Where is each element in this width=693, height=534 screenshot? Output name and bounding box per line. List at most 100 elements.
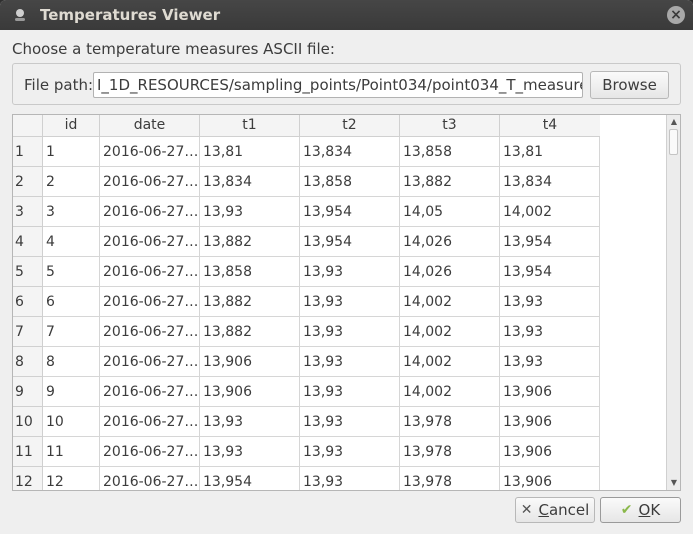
table-cell-t2[interactable]: 13,858 [300, 167, 400, 197]
table-cell-id[interactable]: 12 [43, 467, 100, 490]
table-cell-id[interactable]: 8 [43, 347, 100, 377]
row-header[interactable]: 12 [13, 467, 43, 490]
table-cell-t1[interactable]: 13,882 [200, 287, 300, 317]
row-header[interactable]: 6 [13, 287, 43, 317]
table-cell-t2[interactable]: 13,834 [300, 137, 400, 167]
table-cell-t3[interactable]: 13,978 [400, 407, 500, 437]
title-bar[interactable]: Temperatures Viewer × [0, 0, 693, 30]
vertical-scrollbar[interactable]: ▲ ▼ [666, 115, 680, 490]
table-row[interactable]: 6 6 2016-06-27… 13,882 13,93 14,002 13,93 [13, 287, 600, 317]
column-header-t1[interactable]: t1 [200, 115, 300, 137]
table-row[interactable]: 11 11 2016-06-27… 13,93 13,93 13,978 13,906 [13, 437, 600, 467]
table-row[interactable]: 10 10 2016-06-27… 13,93 13,93 13,978 13,906 [13, 407, 600, 437]
table-cell-t4[interactable]: 13,954 [500, 227, 600, 257]
table-cell-t4[interactable]: 13,954 [500, 257, 600, 287]
row-header[interactable]: 9 [13, 377, 43, 407]
table-cell-id[interactable]: 3 [43, 197, 100, 227]
table-cell-t2[interactable]: 13,954 [300, 197, 400, 227]
measures-table[interactable]: id date t1 t2 t3 t4 1 1 2016-06-27… 13,81 13… [12, 114, 681, 491]
table-cell-t3[interactable]: 14,002 [400, 317, 500, 347]
table-cell-date[interactable]: 2016-06-27… [100, 347, 200, 377]
table-cell-t3[interactable]: 14,002 [400, 377, 500, 407]
column-header-t4[interactable]: t4 [500, 115, 600, 137]
column-header-id[interactable]: id [43, 115, 100, 137]
table-row[interactable]: 12 12 2016-06-27… 13,954 13,93 13,978 13,906 [13, 467, 600, 490]
table-cell-t1[interactable]: 13,858 [200, 257, 300, 287]
table-cell-t2[interactable]: 13,93 [300, 407, 400, 437]
table-cell-t2[interactable]: 13,93 [300, 257, 400, 287]
table-cell-t1[interactable]: 13,81 [200, 137, 300, 167]
table-cell-date[interactable]: 2016-06-27… [100, 137, 200, 167]
table-cell-id[interactable]: 7 [43, 317, 100, 347]
table-cell-t3[interactable]: 13,978 [400, 467, 500, 490]
table-row[interactable]: 3 3 2016-06-27… 13,93 13,954 14,05 14,002 [13, 197, 600, 227]
table-cell-t3[interactable]: 14,026 [400, 227, 500, 257]
scrollbar-thumb[interactable] [669, 129, 678, 155]
row-header[interactable]: 5 [13, 257, 43, 287]
column-header-t2[interactable]: t2 [300, 115, 400, 137]
table-cell-t2[interactable]: 13,954 [300, 227, 400, 257]
table-cell-id[interactable]: 5 [43, 257, 100, 287]
table-cell-t3[interactable]: 13,858 [400, 137, 500, 167]
row-header[interactable]: 3 [13, 197, 43, 227]
table-row[interactable]: 2 2 2016-06-27… 13,834 13,858 13,882 13,834 [13, 167, 600, 197]
table-cell-t2[interactable]: 13,93 [300, 467, 400, 490]
row-header[interactable]: 1 [13, 137, 43, 167]
table-cell-date[interactable]: 2016-06-27… [100, 407, 200, 437]
table-cell-id[interactable]: 1 [43, 137, 100, 167]
table-cell-t2[interactable]: 13,93 [300, 287, 400, 317]
table-cell-t1[interactable]: 13,93 [200, 407, 300, 437]
table-cell-t3[interactable]: 14,05 [400, 197, 500, 227]
table-corner-button[interactable] [13, 115, 43, 137]
table-cell-t4[interactable]: 13,906 [500, 467, 600, 490]
table-cell-t1[interactable]: 13,834 [200, 167, 300, 197]
ok-button[interactable]: ✔ OK [600, 497, 681, 523]
table-cell-t1[interactable]: 13,906 [200, 347, 300, 377]
row-header[interactable]: 8 [13, 347, 43, 377]
table-cell-t4[interactable]: 13,906 [500, 437, 600, 467]
table-cell-id[interactable]: 6 [43, 287, 100, 317]
table-row[interactable]: 8 8 2016-06-27… 13,906 13,93 14,002 13,93 [13, 347, 600, 377]
table-cell-t2[interactable]: 13,93 [300, 317, 400, 347]
table-row[interactable]: 1 1 2016-06-27… 13,81 13,834 13,858 13,81 [13, 137, 600, 167]
table-cell-date[interactable]: 2016-06-27… [100, 227, 200, 257]
table-cell-t2[interactable]: 13,93 [300, 437, 400, 467]
table-cell-t2[interactable]: 13,93 [300, 377, 400, 407]
table-cell-t4[interactable]: 13,906 [500, 407, 600, 437]
browse-button[interactable]: Browse [590, 71, 669, 99]
row-header[interactable]: 7 [13, 317, 43, 347]
table-cell-id[interactable]: 10 [43, 407, 100, 437]
table-cell-t1[interactable]: 13,954 [200, 467, 300, 490]
table-row[interactable]: 5 5 2016-06-27… 13,858 13,93 14,026 13,954 [13, 257, 600, 287]
table-cell-date[interactable]: 2016-06-27… [100, 317, 200, 347]
table-cell-date[interactable]: 2016-06-27… [100, 467, 200, 490]
scroll-up-arrow-icon[interactable]: ▲ [668, 115, 680, 129]
table-cell-t2[interactable]: 13,93 [300, 347, 400, 377]
table-cell-t1[interactable]: 13,882 [200, 227, 300, 257]
table-cell-t1[interactable]: 13,93 [200, 197, 300, 227]
table-cell-t1[interactable]: 13,882 [200, 317, 300, 347]
column-header-date[interactable]: date [100, 115, 200, 137]
table-cell-t4[interactable]: 13,81 [500, 137, 600, 167]
table-cell-id[interactable]: 11 [43, 437, 100, 467]
file-path-input[interactable]: I_1D_RESOURCES/sampling_points/Point034/… [93, 72, 583, 98]
cancel-button[interactable]: ✕ Cancel [515, 497, 595, 523]
table-row[interactable]: 4 4 2016-06-27… 13,882 13,954 14,026 13,954 [13, 227, 600, 257]
scroll-down-arrow-icon[interactable]: ▼ [668, 476, 680, 490]
row-header[interactable]: 10 [13, 407, 43, 437]
row-header[interactable]: 2 [13, 167, 43, 197]
table-cell-date[interactable]: 2016-06-27… [100, 257, 200, 287]
table-cell-t4[interactable]: 13,834 [500, 167, 600, 197]
table-cell-t1[interactable]: 13,906 [200, 377, 300, 407]
table-cell-id[interactable]: 4 [43, 227, 100, 257]
table-cell-t4[interactable]: 13,93 [500, 317, 600, 347]
table-cell-t4[interactable]: 13,93 [500, 347, 600, 377]
table-cell-t1[interactable]: 13,93 [200, 437, 300, 467]
table-cell-t4[interactable]: 13,906 [500, 377, 600, 407]
table-cell-t3[interactable]: 13,882 [400, 167, 500, 197]
table-cell-t3[interactable]: 13,978 [400, 437, 500, 467]
table-cell-id[interactable]: 2 [43, 167, 100, 197]
row-header[interactable]: 4 [13, 227, 43, 257]
table-cell-date[interactable]: 2016-06-27… [100, 287, 200, 317]
table-cell-date[interactable]: 2016-06-27… [100, 197, 200, 227]
